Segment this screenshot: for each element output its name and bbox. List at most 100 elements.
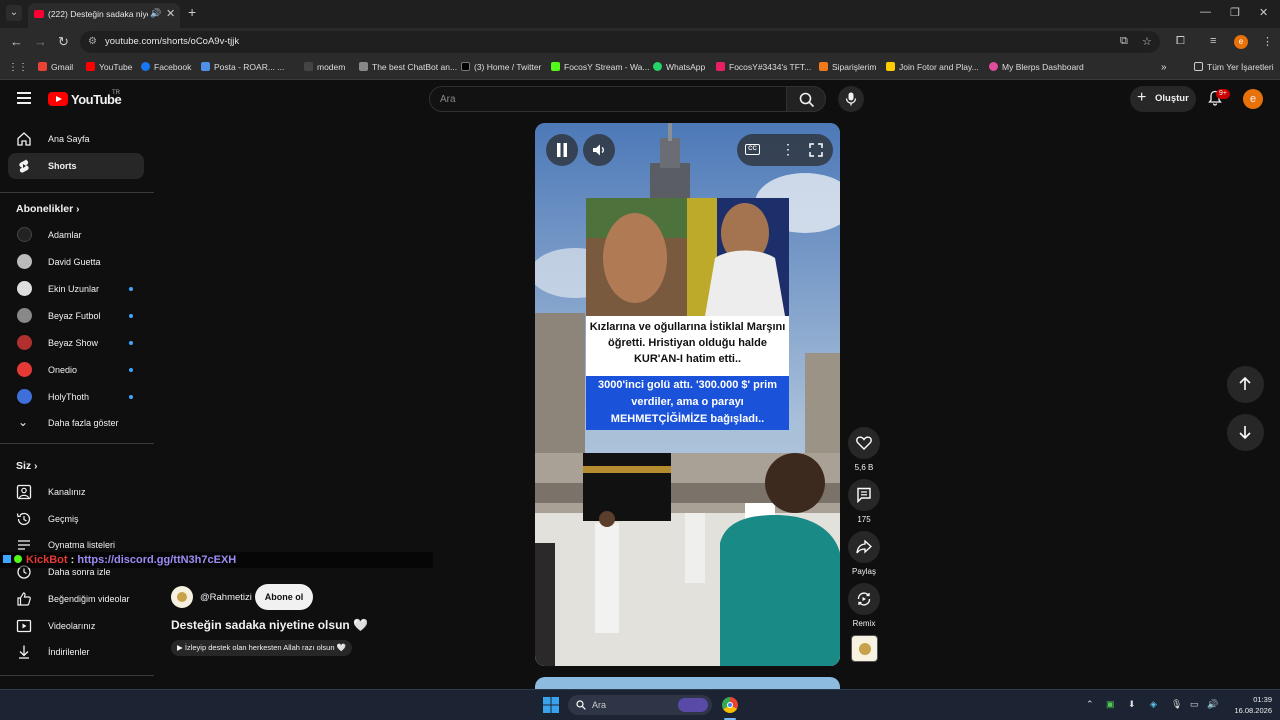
bookmark-tft[interactable]: FocosY#3434's TFT... <box>716 62 811 72</box>
sidebar-item-home[interactable]: Ana Sayfa <box>8 126 144 152</box>
sidebar-channel-david-guetta[interactable]: David Guetta <box>8 249 144 275</box>
previous-short-button[interactable] <box>1227 366 1264 403</box>
show-more-button[interactable]: ⌄ Daha fazla göster <box>8 410 144 436</box>
sidebar-item-shorts[interactable]: Shorts <box>8 153 144 179</box>
taskbar-search-input[interactable]: Ara <box>568 695 712 715</box>
remix-button[interactable] <box>848 583 880 615</box>
sidebar-channel-holythoth[interactable]: HolyThoth <box>8 384 144 410</box>
tft-icon <box>716 62 725 71</box>
menu-icon[interactable] <box>17 92 31 104</box>
bookmark-blerps[interactable]: My Blerps Dashboard <box>989 62 1084 72</box>
discord-link[interactable]: https://discord.gg/ttN3h7cEXH <box>77 554 236 566</box>
sidebar-item-your-videos[interactable]: Videolarınız <box>8 613 144 639</box>
sidebar-item-your-channel[interactable]: Kanalınız <box>8 479 144 505</box>
like-button[interactable] <box>848 427 880 459</box>
bookmark-gmail[interactable]: Gmail <box>38 62 73 72</box>
next-short-button[interactable] <box>1227 414 1264 451</box>
search-button[interactable] <box>786 86 826 112</box>
clock-date: 16.08.2026 <box>1234 706 1272 715</box>
bookmark-fotor[interactable]: Join Fotor and Play... <box>886 62 979 72</box>
bookmark-posta[interactable]: Posta - ROAR... ... <box>201 62 284 72</box>
sound-thumbnail[interactable] <box>851 635 878 662</box>
install-app-icon[interactable]: ⧉ <box>1120 35 1128 48</box>
create-button[interactable]: + Oluştur <box>1130 86 1196 112</box>
channel-avatar <box>17 254 32 269</box>
tray-volume-icon[interactable]: 🔊 <box>1207 699 1218 710</box>
bookmark-siparislerim[interactable]: Siparişlerim <box>819 62 876 72</box>
share-button[interactable] <box>848 531 880 563</box>
sidebar-channel-adamlar[interactable]: Adamlar <box>8 222 144 248</box>
chrome-taskbar-icon[interactable] <box>722 697 738 713</box>
more-bookmarks-icon[interactable]: » <box>1161 62 1167 73</box>
site-info-icon[interactable]: ⚙ <box>88 36 97 47</box>
tray-nvidia-icon[interactable]: ⬇ <box>1128 699 1136 710</box>
search-input[interactable]: Ara <box>429 86 787 112</box>
video-description-chip[interactable]: ▶ İzleyip destek olan herkesten Allah ra… <box>171 640 352 656</box>
volume-button[interactable] <box>583 134 615 166</box>
bookmark-youtube[interactable]: YouTube <box>86 62 132 72</box>
tray-overflow-icon[interactable]: ⌃ <box>1086 699 1094 710</box>
tab-search-button[interactable]: ⌄ <box>6 5 22 21</box>
trendyol-icon <box>819 62 828 71</box>
sidebar-item-history[interactable]: Geçmiş <box>8 506 144 532</box>
tray-app-icon[interactable]: ▣ <box>1106 699 1115 710</box>
more-options-icon[interactable]: ⋮ <box>781 141 795 158</box>
caption-text: Kızlarına ve oğullarına İstiklal Marşını… <box>589 321 786 365</box>
tray-network-icon[interactable]: ▭ <box>1190 699 1199 710</box>
forward-icon[interactable]: → <box>34 34 47 49</box>
windows-start-icon[interactable] <box>543 697 559 713</box>
fullscreen-icon[interactable] <box>809 143 823 157</box>
window-close-icon[interactable]: ✕ <box>1259 6 1268 19</box>
video-caption-white: Kızlarına ve oğullarına İstiklal Marşını… <box>586 316 789 376</box>
back-icon[interactable]: ← <box>10 34 23 49</box>
tab-audio-icon[interactable]: 🔊 <box>150 8 161 19</box>
arrow-up-icon <box>1239 377 1251 390</box>
next-short-preview[interactable] <box>535 677 840 689</box>
apps-icon[interactable]: ⋮⋮ <box>8 62 28 73</box>
comment-count: 175 <box>857 515 871 524</box>
minimize-icon[interactable]: — <box>1200 6 1211 18</box>
sidebar-channel-beyaz-futbol[interactable]: Beyaz Futbol <box>8 303 144 329</box>
bookmark-star-icon[interactable]: ☆ <box>1142 35 1152 48</box>
channel-avatar[interactable] <box>171 586 193 608</box>
tray-defender-icon[interactable]: ◈ <box>1150 699 1157 710</box>
bookmark-facebook[interactable]: Facebook <box>141 62 191 72</box>
all-bookmarks-folder[interactable]: Tüm Yer İşaretleri <box>1194 62 1274 72</box>
subscribe-button[interactable]: Abone ol <box>255 584 313 610</box>
bot-name: KickBot <box>26 554 68 566</box>
bookmark-kick[interactable]: FocosY Stream - Wa... <box>551 62 650 72</box>
sidebar-channel-ekin-uzunlar[interactable]: Ekin Uzunlar <box>8 276 144 302</box>
clock-time: 01:39 <box>1253 695 1272 704</box>
tray-mic-icon[interactable]: 🎙 <box>1171 699 1182 710</box>
sidebar-channel-onedio[interactable]: Onedio <box>8 357 144 383</box>
url-field[interactable]: ⚙ youtube.com/shorts/oCoA9v-tjjk <box>80 31 1160 53</box>
bookmark-modem[interactable]: modem <box>304 62 345 72</box>
sidebar-item-downloads[interactable]: İndirilenler <box>8 639 144 665</box>
bookmark-twitter[interactable]: (3) Home / Twitter <box>461 62 541 72</box>
taskbar-clock[interactable]: 01:39 16.08.2026 <box>1222 694 1272 716</box>
sidebar-item-liked-videos[interactable]: Beğendiğim videolar <box>8 586 144 612</box>
account-avatar[interactable]: e <box>1243 89 1263 109</box>
bookmark-chatbot[interactable]: The best ChatBot an... <box>359 62 457 72</box>
channel-handle[interactable]: @Rahmetizi <box>200 592 252 603</box>
browser-tab[interactable]: (222) Desteğin sadaka niyeti 🔊 ✕ <box>28 3 180 28</box>
youtube-logo-icon[interactable] <box>48 92 68 106</box>
new-content-dot <box>129 314 133 318</box>
bookmark-whatsapp[interactable]: WhatsApp <box>653 62 705 72</box>
chrome-menu-icon[interactable]: ⋮ <box>1262 35 1273 48</box>
new-tab-button[interactable]: + <box>188 4 196 20</box>
browser-profile-avatar[interactable]: e <box>1234 35 1248 49</box>
extensions-icon[interactable]: ⧠ <box>1176 35 1185 48</box>
pause-button[interactable] <box>546 134 578 166</box>
subscriptions-heading[interactable]: Abonelikler › <box>16 203 79 215</box>
captions-icon[interactable]: CC <box>745 144 760 155</box>
sidebar-item-label: Beğendiğim videolar <box>48 594 130 604</box>
you-heading[interactable]: Siz › <box>16 460 37 472</box>
restore-icon[interactable]: ❐ <box>1230 6 1240 19</box>
voice-search-button[interactable] <box>838 86 864 112</box>
reload-icon[interactable]: ↻ <box>58 34 69 50</box>
media-control-icon[interactable]: ≡ <box>1210 35 1216 47</box>
sidebar-channel-beyaz-show[interactable]: Beyaz Show <box>8 330 144 356</box>
tab-close-icon[interactable]: ✕ <box>166 7 175 20</box>
comments-button[interactable] <box>848 479 880 511</box>
